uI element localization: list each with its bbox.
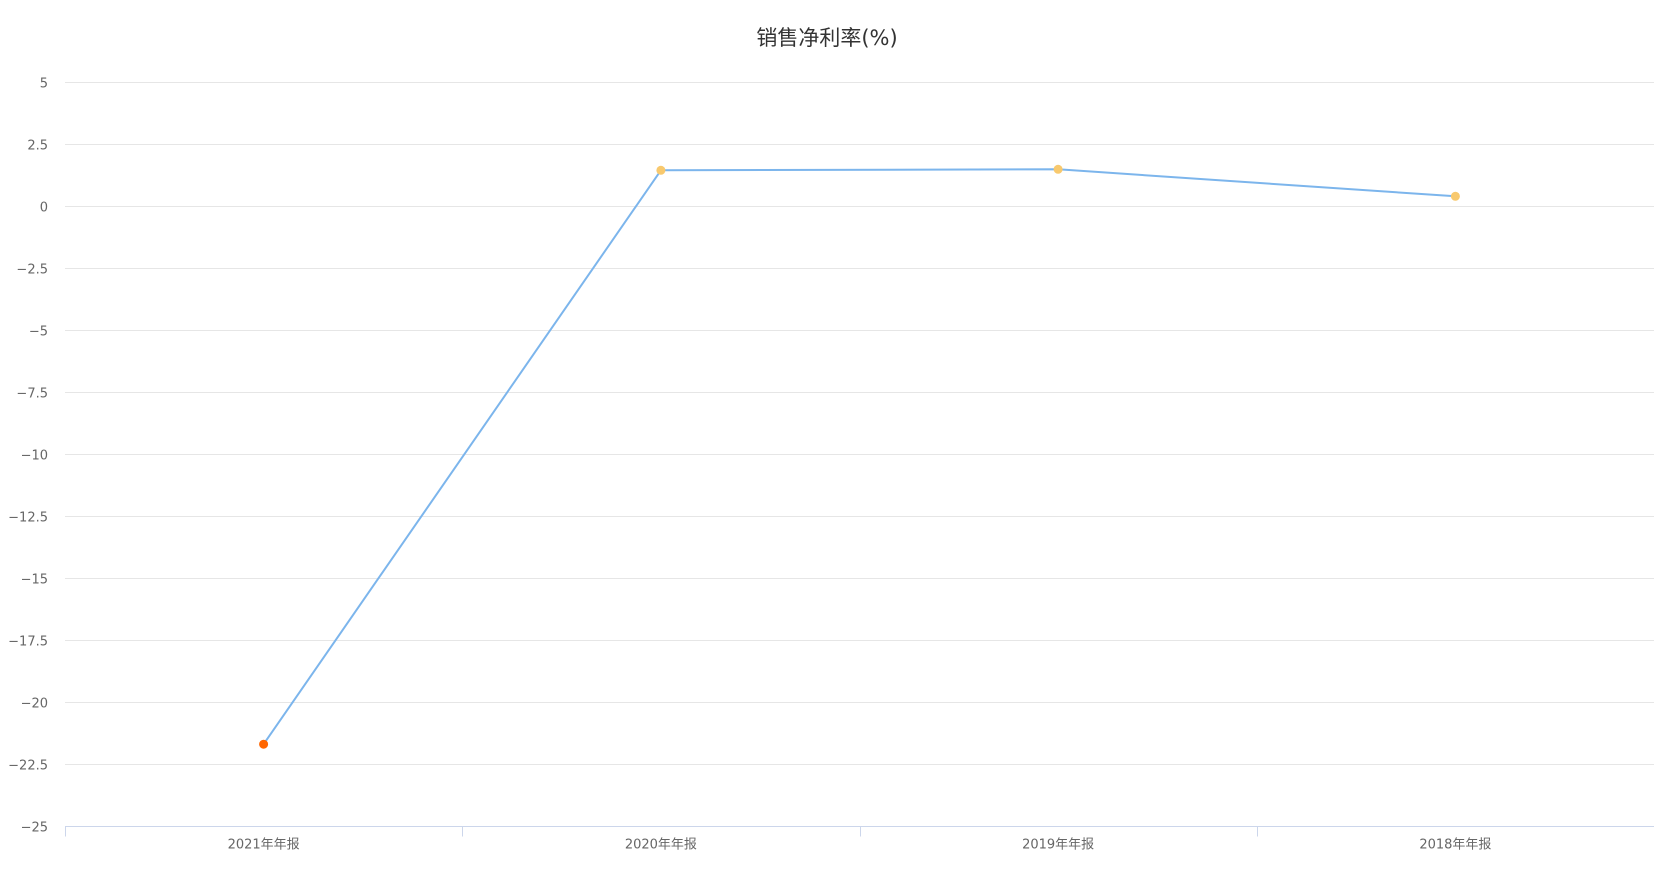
y-tick-label: −15 — [21, 573, 48, 588]
y-axis: 5 2.5 0 −2.5 −5 −7.5 −10 −12.5 −15 −17.5 −20 −22.5 −… — [8, 77, 48, 836]
x-tick-label: 2020年年报 — [625, 838, 697, 853]
points-layer — [259, 164, 1460, 749]
data-point[interactable] — [1053, 164, 1063, 174]
grid-lines — [65, 82, 1654, 765]
y-tick-label: 0 — [40, 201, 48, 216]
x-tick-label: 2021年年报 — [228, 838, 300, 853]
y-tick-label: 5 — [40, 77, 48, 92]
x-tick-label: 2019年年报 — [1022, 838, 1094, 853]
y-tick-label: −12.5 — [8, 511, 48, 526]
y-tick-label: −20 — [21, 697, 48, 712]
x-tick-label: 2018年年报 — [1419, 838, 1491, 853]
chart-container: 销售净利率(%) 5 2.5 0 −2.5 −5 −7.5 −10 −12.5 −15 −17.5… — [0, 0, 1654, 869]
data-point[interactable] — [259, 739, 269, 749]
y-tick-label: 2.5 — [27, 139, 48, 154]
line-chart: 5 2.5 0 −2.5 −5 −7.5 −10 −12.5 −15 −17.5 −20 −22.5 −… — [8, 77, 1654, 853]
y-tick-label: −7.5 — [16, 387, 48, 402]
y-tick-label: −5 — [29, 325, 48, 340]
y-tick-label: −22.5 — [8, 759, 48, 774]
y-tick-label: −25 — [21, 821, 48, 836]
data-point[interactable] — [656, 165, 666, 175]
x-axis: 2021年年报 2020年年报 2019年年报 2018年年报 — [65, 826, 1654, 853]
y-tick-label: −2.5 — [16, 263, 48, 278]
y-tick-label: −10 — [21, 449, 48, 464]
y-tick-label: −17.5 — [8, 635, 48, 650]
series-layer — [262, 168, 1457, 746]
data-point[interactable] — [1450, 191, 1460, 201]
chart-title: 销售净利率(%) — [756, 26, 898, 50]
series-line — [262, 168, 1457, 746]
